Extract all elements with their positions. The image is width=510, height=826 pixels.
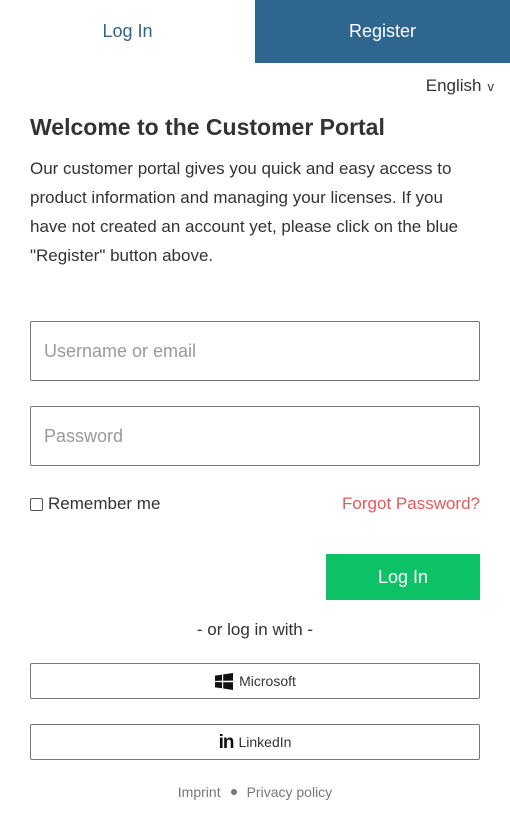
footer-separator	[230, 789, 237, 795]
page-title: Welcome to the Customer Portal	[30, 114, 385, 140]
windows-logo-icon	[215, 672, 234, 690]
privacy-policy-link[interactable]: Privacy policy	[247, 784, 333, 800]
linkedin-login-button[interactable]: in LinkedIn	[30, 724, 480, 760]
language-selector[interactable]: English v	[426, 76, 494, 96]
forgot-password-link[interactable]: Forgot Password?	[342, 494, 480, 514]
remember-label: Remember me	[48, 494, 161, 513]
microsoft-label: Microsoft	[239, 673, 296, 689]
linkedin-label: LinkedIn	[238, 734, 292, 750]
password-input[interactable]	[30, 406, 480, 466]
remember-me[interactable]: Remember me	[30, 494, 160, 514]
language-label: English	[425, 76, 482, 95]
intro-text: Our customer portal gives you quick and …	[30, 159, 459, 265]
imprint-link[interactable]: Imprint	[178, 784, 221, 800]
tab-login[interactable]: Log In	[0, 0, 255, 63]
login-button[interactable]: Log In	[326, 554, 480, 600]
chevron-down-icon: v	[487, 78, 495, 94]
footer: Imprint Privacy policy	[0, 784, 510, 800]
linkedin-logo-icon: in	[218, 731, 235, 753]
username-input[interactable]	[30, 321, 480, 381]
remember-checkbox[interactable]	[30, 497, 43, 511]
microsoft-login-button[interactable]: Microsoft	[30, 663, 480, 699]
social-divider: - or log in with -	[196, 620, 314, 639]
tab-register[interactable]: Register	[255, 0, 510, 63]
auth-tabs: Log In Register	[0, 0, 510, 63]
